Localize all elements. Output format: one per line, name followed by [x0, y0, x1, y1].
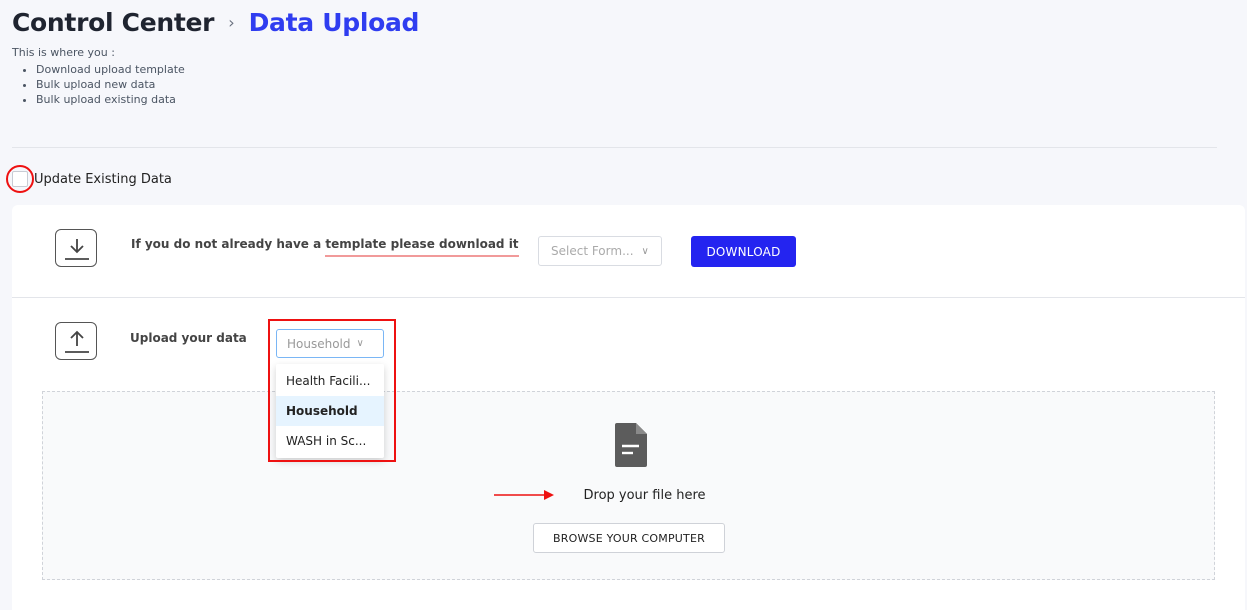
- select-form-placeholder: Select Form...: [551, 244, 634, 258]
- template-text-prefix: If you do not already have a: [131, 237, 326, 251]
- select-form-dropdown[interactable]: Select Form... ∨: [538, 236, 662, 266]
- form-type-value: Household: [287, 336, 351, 351]
- intro-item: Bulk upload existing data: [36, 92, 1247, 107]
- checkbox-wrapper[interactable]: [6, 165, 34, 193]
- upload-panel: If you do not already have a template pl…: [12, 205, 1245, 610]
- file-icon: [615, 423, 647, 467]
- upload-label: Upload your data: [130, 331, 247, 345]
- annotation-circle: [6, 165, 34, 193]
- chevron-down-icon: ∨: [356, 338, 364, 349]
- intro-item: Bulk upload new data: [36, 77, 1247, 92]
- breadcrumb-root[interactable]: Control Center: [12, 8, 214, 37]
- intro-item: Download upload template: [36, 62, 1247, 77]
- option-household[interactable]: Household: [276, 396, 384, 426]
- template-link[interactable]: template please download it: [325, 237, 519, 257]
- breadcrumb: Control Center › Data Upload: [12, 8, 1247, 37]
- download-button[interactable]: DOWNLOAD: [691, 236, 796, 267]
- option-health-facility[interactable]: Health Facili...: [276, 366, 384, 396]
- option-wash-in-schools[interactable]: WASH in Sc...: [276, 426, 384, 456]
- divider: [12, 147, 1217, 148]
- page-header: Control Center › Data Upload This is whe…: [12, 8, 1247, 107]
- template-row: If you do not already have a template pl…: [12, 205, 1245, 298]
- update-existing-toggle[interactable]: Update Existing Data: [6, 165, 172, 193]
- template-instruction: If you do not already have a template pl…: [131, 237, 519, 257]
- form-type-options: Health Facili... Household WASH in Sc...: [276, 364, 384, 458]
- breadcrumb-separator-icon: ›: [228, 13, 235, 32]
- intro-lead: This is where you :: [12, 46, 115, 59]
- file-dropzone[interactable]: Drop your file here BROWSE YOUR COMPUTER: [42, 391, 1215, 580]
- browse-button[interactable]: BROWSE YOUR COMPUTER: [533, 523, 725, 553]
- download-icon: [55, 229, 97, 267]
- upload-icon: [55, 322, 97, 360]
- chevron-down-icon: ∨: [641, 245, 649, 257]
- intro-list: Download upload template Bulk upload new…: [12, 62, 1247, 107]
- update-existing-label[interactable]: Update Existing Data: [34, 172, 172, 187]
- intro-text: This is where you : Download upload temp…: [12, 45, 1247, 107]
- page-title: Data Upload: [248, 8, 420, 37]
- drop-text: Drop your file here: [583, 488, 706, 503]
- form-type-select[interactable]: Household ∨: [276, 329, 384, 358]
